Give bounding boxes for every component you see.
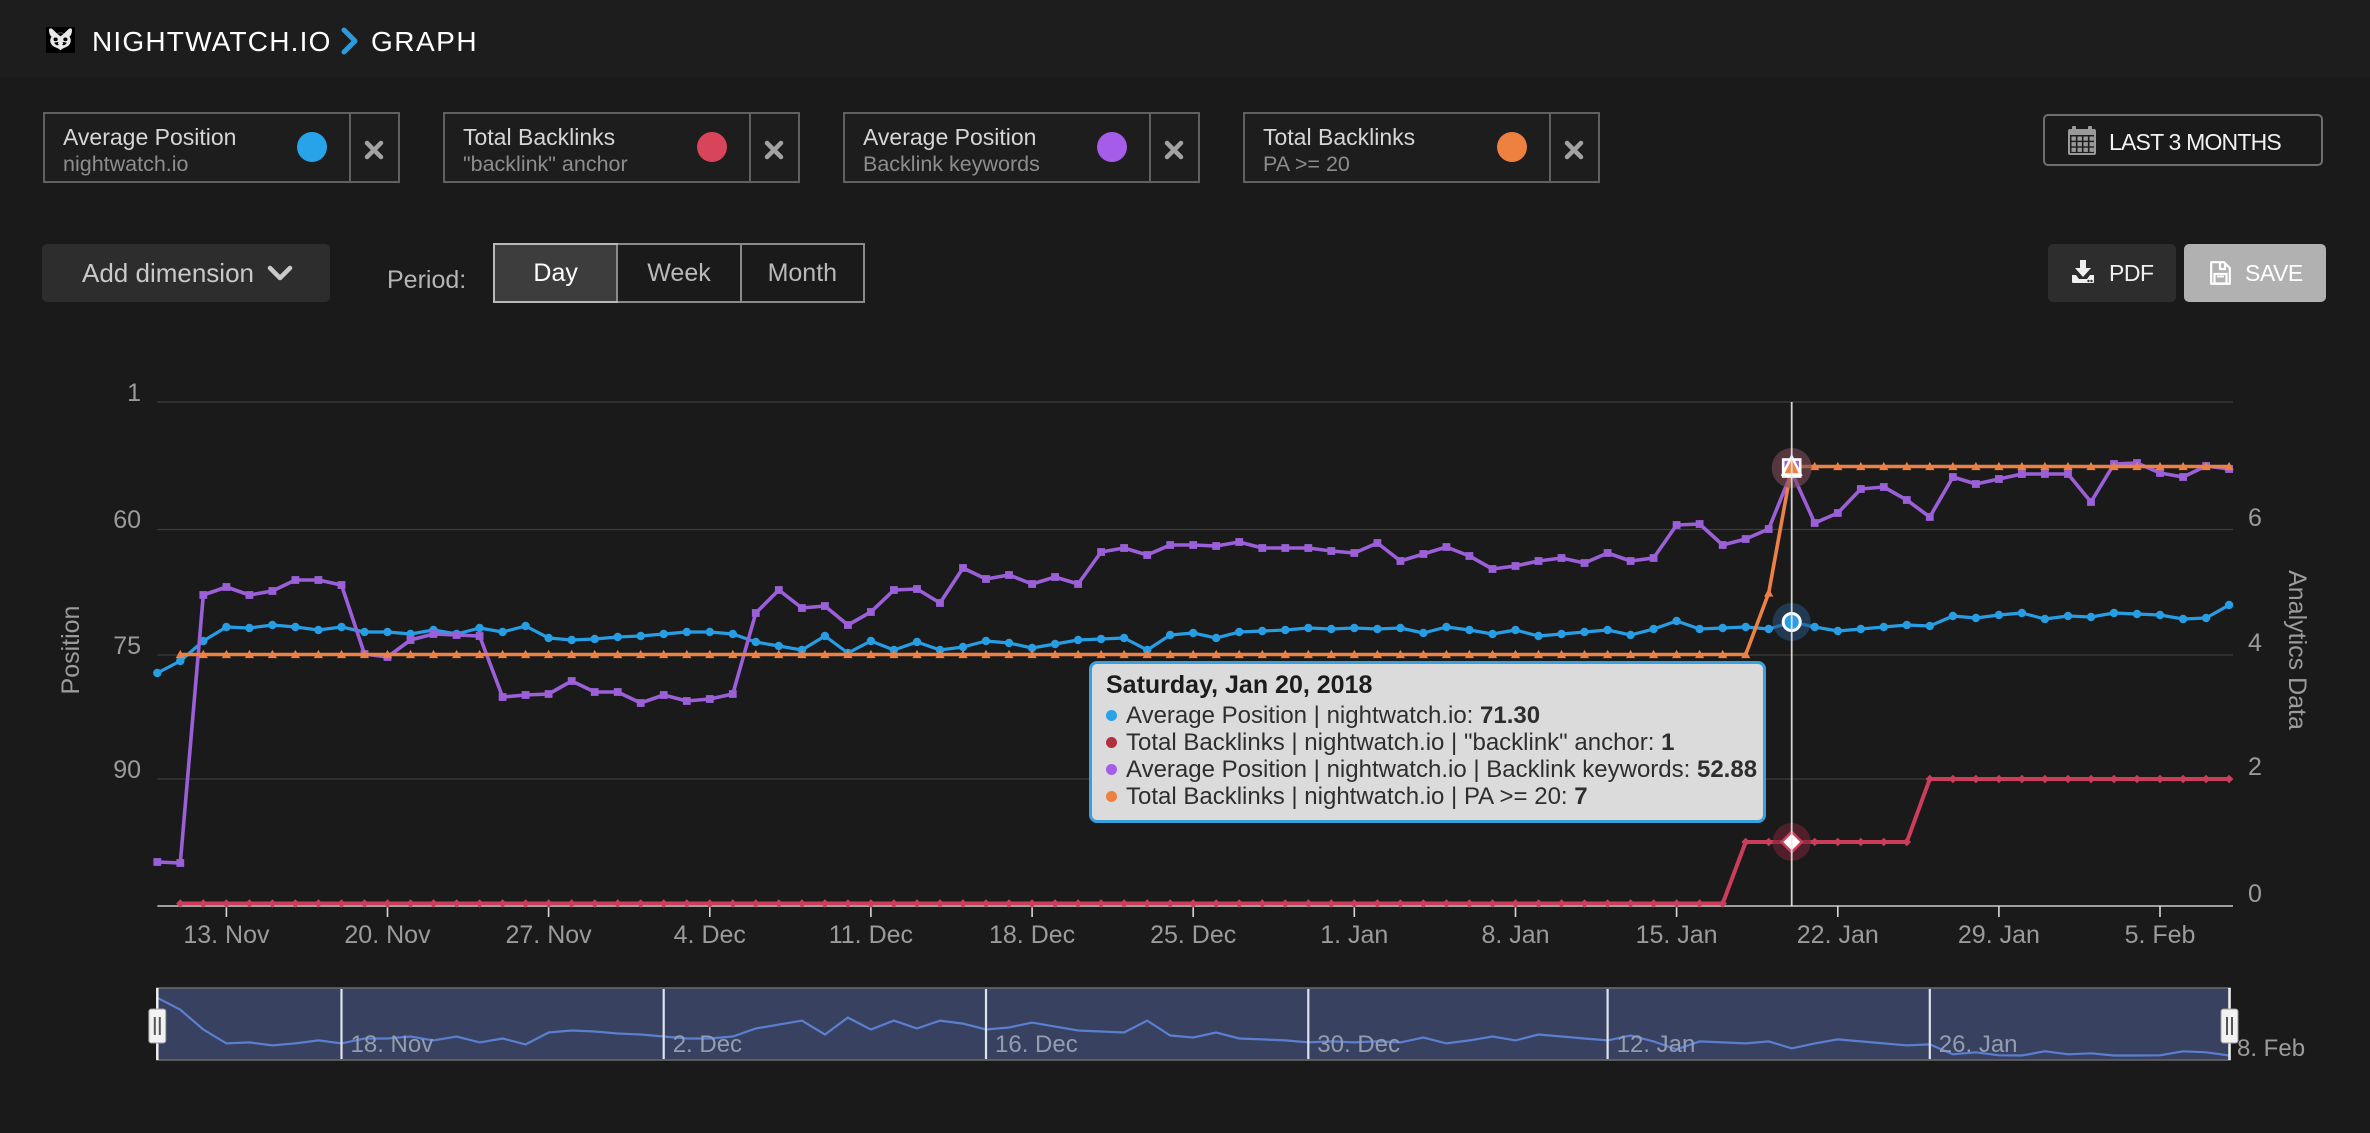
svg-text:11. Dec: 11. Dec <box>829 921 913 949</box>
svg-text:Position: Position <box>57 606 85 695</box>
svg-text:15. Jan: 15. Jan <box>1636 921 1718 949</box>
svg-text:12. Jan: 12. Jan <box>1617 1031 1696 1058</box>
svg-text:Analytics Data: Analytics Data <box>2283 570 2311 730</box>
svg-text:6: 6 <box>2248 504 2262 532</box>
svg-text:18. Nov: 18. Nov <box>351 1031 434 1058</box>
svg-text:16. Dec: 16. Dec <box>995 1031 1078 1058</box>
svg-text:22. Jan: 22. Jan <box>1797 921 1879 949</box>
svg-text:30. Dec: 30. Dec <box>1317 1031 1400 1058</box>
svg-text:13. Nov: 13. Nov <box>183 921 270 949</box>
svg-text:60: 60 <box>113 506 141 534</box>
svg-text:29. Jan: 29. Jan <box>1958 921 2040 949</box>
svg-text:2. Dec: 2. Dec <box>673 1031 742 1058</box>
svg-text:2: 2 <box>2248 753 2262 781</box>
svg-text:25. Dec: 25. Dec <box>1150 921 1236 949</box>
svg-text:4: 4 <box>2248 629 2262 657</box>
svg-text:4. Dec: 4. Dec <box>674 921 746 949</box>
svg-text:1. Jan: 1. Jan <box>1320 921 1388 949</box>
svg-text:1: 1 <box>127 379 141 407</box>
svg-text:18. Dec: 18. Dec <box>989 921 1075 949</box>
svg-text:90: 90 <box>113 756 141 784</box>
svg-text:26. Jan: 26. Jan <box>1939 1031 2018 1058</box>
svg-text:8. Feb: 8. Feb <box>2237 1035 2305 1062</box>
svg-text:75: 75 <box>113 632 141 660</box>
svg-text:5. Feb: 5. Feb <box>2125 921 2196 949</box>
svg-text:0: 0 <box>2248 880 2262 908</box>
svg-text:8. Jan: 8. Jan <box>1481 921 1549 949</box>
svg-text:27. Nov: 27. Nov <box>506 921 593 949</box>
svg-text:20. Nov: 20. Nov <box>344 921 431 949</box>
